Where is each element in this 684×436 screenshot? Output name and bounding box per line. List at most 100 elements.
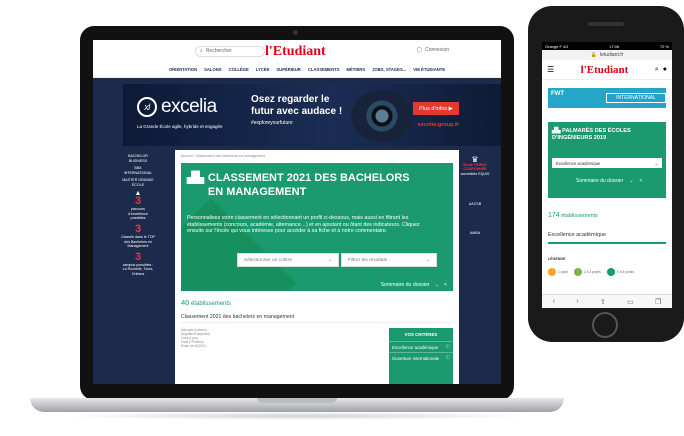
banner-url: excelia-group.fr xyxy=(417,122,459,128)
forward-icon[interactable]: › xyxy=(576,298,578,305)
page-title: ▟▙ CLASSEMENT 2021 DES BACHELORS EN MANA… xyxy=(187,172,410,198)
ad-left-column[interactable]: BACHELOR BUSINESS BBA INTERNATIONAL MAST… xyxy=(121,154,155,277)
criterion-row[interactable]: Excellence académique ⓘ xyxy=(389,341,453,352)
info-icon: ⓘ xyxy=(445,344,450,349)
site-topbar: ⌕ Rechercher l'Etudiant ◯ Connexion xyxy=(93,40,501,62)
stat-text: Classée dans le TOP des Bachelors en Man… xyxy=(121,234,155,249)
green-dot-icon xyxy=(573,268,582,276)
camera xyxy=(293,30,298,35)
stat-number: 3 xyxy=(134,250,142,263)
lock-icon: 🔒 xyxy=(590,52,597,58)
legend: 1 point 2 à 3 points 4 à 5 points xyxy=(548,268,634,276)
back-icon[interactable]: ‹ xyxy=(553,298,555,305)
share-icon[interactable]: ⇪ xyxy=(600,298,606,306)
nav-metiers[interactable]: MÉTIERS xyxy=(346,67,365,72)
laptop-base xyxy=(30,398,564,412)
url-bar[interactable]: 🔒 letudiant.fr xyxy=(542,50,672,60)
share-icon[interactable]: < xyxy=(639,178,642,184)
criteria-title: VOS CRITÈRES xyxy=(404,332,438,337)
criteria-select[interactable]: Sélectionner un critère ⌄ xyxy=(237,253,339,267)
status-bar: Orange F 4G 17:06 72 % xyxy=(542,42,672,50)
search-icon[interactable]: ⌕ xyxy=(655,66,659,74)
plus-infos-button[interactable]: Plus d'infos ▶ xyxy=(413,102,459,115)
phone-hero: ▟▙ PALMARÈS DES ÉCOLES D'INGÉNIEURS 2019… xyxy=(548,122,666,198)
nav-salons[interactable]: SALONS xyxy=(204,67,221,72)
accreditation-text: École TRIPLE COURONNÉE xyxy=(463,162,487,172)
chevron-down-icon: ⌄ xyxy=(327,257,332,263)
ranking-subtitle: Classement 2021 des bachelors en managem… xyxy=(181,314,295,320)
home-button[interactable] xyxy=(592,312,618,338)
user-icon[interactable]: ● xyxy=(663,66,667,74)
stat-text: campus possibles : La Rochelle, Tours, O… xyxy=(122,262,154,276)
excelia-tagline: La Grande École agile, hybride et engagé… xyxy=(137,124,223,129)
accreditation-text: AACSB xyxy=(468,202,482,207)
phone-screen: Orange F 4G 17:06 72 % 🔒 letudiant.fr ☰ … xyxy=(542,42,672,308)
filter-select[interactable]: Filtrer les résultats ⌄ xyxy=(341,253,437,267)
nav-jobs[interactable]: JOBS, STAGES... xyxy=(372,67,406,72)
chevron-down-icon: ⌄ xyxy=(434,282,439,288)
accreditation-text: AMBA xyxy=(469,230,481,235)
xl-icon: xl xyxy=(137,97,157,117)
podium-icon: ▟▙ xyxy=(187,172,204,184)
nav-classements[interactable]: CLASSEMENTS xyxy=(308,67,340,72)
connexion-link[interactable]: ◯ Connexion xyxy=(416,47,449,53)
hero-description: Personnalisez votre classement en sélect… xyxy=(187,215,420,235)
laptop-screen: ⌕ Rechercher l'Etudiant ◯ Connexion ORIE… xyxy=(93,40,501,384)
sommaire-dropdown[interactable]: Sommaire du dossier ⌄ < xyxy=(576,178,642,184)
banner-hashtag: #exploreyourfuture xyxy=(251,120,293,126)
mockup-stage: ⌕ Rechercher l'Etudiant ◯ Connexion ORIE… xyxy=(0,0,684,436)
list-item[interactable]: Poste de 40/2021 xyxy=(181,344,210,348)
criteria-select[interactable]: Excellence académique ⌄ xyxy=(552,158,662,168)
section-underline xyxy=(548,242,666,244)
program-label: BACHELOR BUSINESS xyxy=(128,154,148,163)
program-label: BBA INTERNATIONAL xyxy=(123,166,153,175)
excelia-banner[interactable]: xl excelia La Grande École agile, hybrid… xyxy=(123,84,501,146)
site-logo[interactable]: l'Etudiant xyxy=(581,64,629,76)
sommaire-dropdown[interactable]: Sommaire du dossier ⌄ < xyxy=(381,282,447,288)
banner-headline: Osez regarder le futur avec audace ! xyxy=(251,94,343,117)
menu-icon[interactable]: ☰ xyxy=(547,65,554,74)
nav-lycee[interactable]: LYCÉE xyxy=(256,67,270,72)
phone-header: ☰ l'Etudiant ⌕ ● xyxy=(542,60,672,80)
nav-orientation[interactable]: ORIENTATION xyxy=(169,67,197,72)
excelia-logo: xl excelia xyxy=(137,96,217,118)
legend-item: 1 point xyxy=(548,268,568,276)
ranking-hero: ▟▙ CLASSEMENT 2021 DES BACHELORS EN MANA… xyxy=(181,163,453,291)
bookmarks-icon[interactable]: ▭ xyxy=(627,298,634,306)
laptop-shadow xyxy=(60,412,534,420)
divider xyxy=(181,322,453,323)
stat-number: 3 xyxy=(134,195,142,208)
criterion-row[interactable]: Ouverture internationale ⓘ xyxy=(389,352,453,363)
share-icon[interactable]: < xyxy=(444,282,447,288)
phone: Orange F 4G 17:06 72 % 🔒 letudiant.fr ☰ … xyxy=(528,6,684,342)
phone-banner[interactable]: FWT INTERNATIONAL xyxy=(548,88,666,108)
legend-item: 4 à 5 points xyxy=(606,268,634,276)
podium-icon: ▟▙ xyxy=(552,128,563,134)
legend-item: 2 à 3 points xyxy=(573,268,601,276)
phone-speaker xyxy=(588,22,624,26)
page-title: ▟▙ PALMARÈS DES ÉCOLES D'INGÉNIEURS 2019 xyxy=(552,128,631,141)
browser-toolbar: ‹ › ⇪ ▭ ❐ xyxy=(542,294,672,308)
result-count: 40 établissements xyxy=(181,298,232,307)
accreditation-text: accréditée EQUIS xyxy=(460,171,490,176)
orange-dot-icon xyxy=(548,268,556,276)
breadcrumb[interactable]: Accueil / Classement des bachelors en ma… xyxy=(175,150,459,162)
ad-right-column[interactable]: ♛ École TRIPLE COURONNÉE accréditée EQUI… xyxy=(459,156,491,236)
ad-background: xl excelia La Grande École agile, hybrid… xyxy=(93,78,501,384)
search-icon: ⌕ xyxy=(200,48,203,54)
site-logo[interactable]: l'Etudiant xyxy=(265,44,326,60)
main-nav: ORIENTATION SALONS COLLÈGE LYCÉE SUPÉRIE… xyxy=(93,62,501,78)
section-title: Excellence académique xyxy=(548,232,607,238)
teal-dot-icon xyxy=(606,268,615,276)
nav-superieur[interactable]: SUPÉRIEUR xyxy=(276,67,300,72)
ranking-preview-list: Allongée (Lanoux) (Signaled Dauphine) Li… xyxy=(181,328,210,348)
tabs-icon[interactable]: ❐ xyxy=(655,298,661,306)
nav-vie-etudiante[interactable]: VIE ÉTUDIANTE xyxy=(413,67,445,72)
nav-college[interactable]: COLLÈGE xyxy=(229,67,249,72)
search-input[interactable]: ⌕ Rechercher xyxy=(195,45,265,57)
chevron-down-icon: ⌄ xyxy=(425,257,430,263)
chevron-down-icon: ⌄ xyxy=(654,160,658,166)
stat-text: parcours d'excellence possibles xyxy=(128,207,148,221)
ranking-page: Accueil / Classement des bachelors en ma… xyxy=(175,150,459,384)
user-icon: ◯ xyxy=(416,47,423,53)
